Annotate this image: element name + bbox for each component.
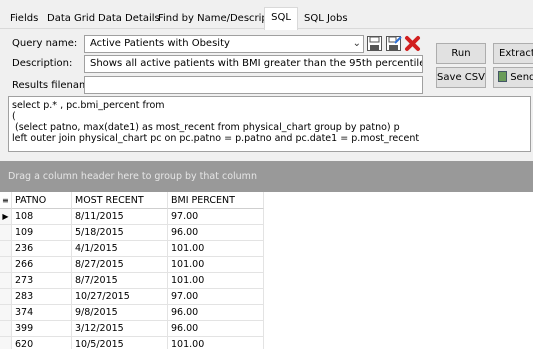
results-grid: ≡ PATNO MOST RECENT BMI PERCENT ▶ 108 8/11…: [0, 192, 533, 349]
table-cell[interactable]: 108: [12, 209, 72, 225]
table-row[interactable]: 273 8/7/2015 101.00: [0, 273, 264, 289]
table-cell[interactable]: 236: [12, 241, 72, 257]
results-filename-field[interactable]: [84, 76, 423, 94]
table-cell[interactable]: 10/27/2015: [72, 289, 168, 305]
table-cell[interactable]: 101.00: [168, 273, 264, 289]
row-indicator[interactable]: [0, 289, 12, 305]
query-name-combo[interactable]: Active Patients with Obesity ⌄: [84, 35, 364, 53]
save-as-icon[interactable]: [385, 35, 402, 52]
chevron-down-icon[interactable]: ⌄: [353, 36, 361, 52]
send-button[interactable]: Send: [493, 67, 533, 88]
table-cell[interactable]: 620: [12, 337, 72, 349]
sql-editor[interactable]: select p.* , pc.bmi_percent from ( (sele…: [8, 96, 531, 152]
table-cell[interactable]: 96.00: [168, 225, 264, 241]
table-cell[interactable]: 273: [12, 273, 72, 289]
table-cell[interactable]: 10/5/2015: [72, 337, 168, 349]
table-cell[interactable]: 5/18/2015: [72, 225, 168, 241]
table-row[interactable]: 266 8/27/2015 101.00: [0, 257, 264, 273]
table-cell[interactable]: 96.00: [168, 321, 264, 337]
description-field[interactable]: Shows all active patients with BMI great…: [84, 55, 423, 73]
delete-icon[interactable]: [404, 35, 421, 52]
row-indicator[interactable]: [0, 337, 12, 349]
tab-fields[interactable]: Fields: [6, 10, 42, 29]
table-row[interactable]: 374 9/8/2015 96.00: [0, 305, 264, 321]
table-cell[interactable]: 101.00: [168, 337, 264, 349]
table-row[interactable]: ▶ 108 8/11/2015 97.00: [0, 209, 264, 225]
row-indicator[interactable]: [0, 305, 12, 321]
description-label: Description:: [12, 58, 73, 69]
table-cell[interactable]: 399: [12, 321, 72, 337]
table-cell[interactable]: 97.00: [168, 289, 264, 305]
sql-line: (: [12, 111, 16, 122]
column-header-patno[interactable]: PATNO: [12, 192, 72, 209]
column-header-bmi-percent[interactable]: BMI PERCENT: [168, 192, 264, 209]
send-icon: [498, 71, 507, 82]
table-row[interactable]: 399 3/12/2015 96.00: [0, 321, 264, 337]
query-name-label: Query name:: [12, 38, 78, 49]
current-row-indicator-icon[interactable]: ▶: [0, 209, 12, 225]
table-cell[interactable]: 96.00: [168, 305, 264, 321]
table-row[interactable]: 109 5/18/2015 96.00: [0, 225, 264, 241]
sql-line: (select patno, max(date1) as most_recent…: [12, 122, 400, 133]
table-row[interactable]: 620 10/5/2015 101.00: [0, 337, 264, 349]
row-indicator[interactable]: [0, 273, 12, 289]
table-cell[interactable]: 266: [12, 257, 72, 273]
query-name-value: Active Patients with Obesity: [90, 38, 230, 49]
run-button[interactable]: Run: [436, 43, 486, 64]
tab-data-grid[interactable]: Data Grid: [43, 10, 99, 29]
row-indicator[interactable]: [0, 241, 12, 257]
table-cell[interactable]: 97.00: [168, 209, 264, 225]
table-cell[interactable]: 8/27/2015: [72, 257, 168, 273]
save-csv-button[interactable]: Save CSV: [436, 67, 486, 88]
table-cell[interactable]: 101.00: [168, 241, 264, 257]
row-indicator[interactable]: [0, 321, 12, 337]
extract-button-label: Extract: [499, 48, 533, 59]
tab-bar: Fields Data Grid Data Details Find by Na…: [0, 0, 533, 30]
table-cell[interactable]: 8/7/2015: [72, 273, 168, 289]
table-cell[interactable]: 3/12/2015: [72, 321, 168, 337]
table-cell[interactable]: 101.00: [168, 257, 264, 273]
table-cell[interactable]: 9/8/2015: [72, 305, 168, 321]
run-button-label: Run: [451, 48, 471, 59]
table-cell[interactable]: 283: [12, 289, 72, 305]
table-row[interactable]: 236 4/1/2015 101.00: [0, 241, 264, 257]
save-icon[interactable]: [366, 35, 383, 52]
table-cell[interactable]: 374: [12, 305, 72, 321]
group-by-panel[interactable]: Drag a column header here to group by th…: [0, 161, 533, 192]
row-indicator[interactable]: [0, 225, 12, 241]
row-indicator[interactable]: [0, 257, 12, 273]
save-csv-button-label: Save CSV: [437, 72, 485, 83]
tab-sql-jobs[interactable]: SQL Jobs: [300, 10, 352, 29]
sql-line: select p.* , pc.bmi_percent from: [12, 100, 165, 111]
send-button-label: Send: [510, 72, 533, 83]
extract-button[interactable]: Extract: [493, 43, 533, 64]
tab-sql[interactable]: SQL: [264, 7, 298, 30]
table-cell[interactable]: 4/1/2015: [72, 241, 168, 257]
table-cell[interactable]: 8/11/2015: [72, 209, 168, 225]
table-row[interactable]: 283 10/27/2015 97.00: [0, 289, 264, 305]
sql-line: left outer join physical_chart pc on pc.…: [12, 133, 420, 144]
table-cell[interactable]: 109: [12, 225, 72, 241]
column-header-most-recent[interactable]: MOST RECENT: [72, 192, 168, 209]
column-chooser-icon[interactable]: ≡: [0, 192, 12, 209]
